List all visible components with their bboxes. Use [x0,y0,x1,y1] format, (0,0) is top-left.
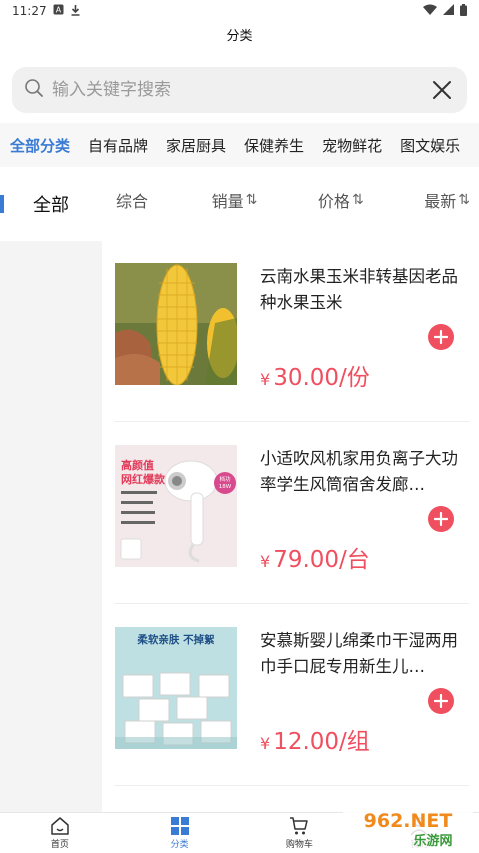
tab-home-label: 首页 [50,840,69,850]
product-card[interactable]: 云南水果玉米非转基因老品种水果玉米 ¥30.00/份 [114,240,469,422]
tab-all-categories[interactable]: 全部分类 [10,135,70,156]
tab-home-kitchen[interactable]: 家居厨具 [166,135,226,156]
product-card[interactable]: 高颜值 网红爆款 档功 18W 小适吹风机家用负离子大功率学生风筒宿舍发廊… ¥… [114,422,469,604]
sidebar-item-all[interactable]: 全部 [0,167,102,241]
tab-own-brand[interactable]: 自有品牌 [88,135,148,156]
sort-newest[interactable]: 最新 ⇅ [424,188,470,212]
tab-cart[interactable]: 购物车 [240,813,360,853]
currency-symbol: ¥ [260,734,271,753]
product-name[interactable]: 小适吹风机家用负离子大功率学生风筒宿舍发廊… [260,446,466,498]
image-badge-2: 18W [219,484,232,490]
download-icon [70,4,81,19]
sort-bar: 综合 销量 ⇅ 价格 ⇅ 最新 ⇅ [102,167,479,233]
sidebar-item-label: 全部 [33,195,69,216]
page-title: 分类 [226,29,253,44]
product-image[interactable]: 高颜值 网红爆款 档功 18W [115,445,237,567]
product-name[interactable]: 云南水果玉米非转基因老品种水果玉米 [260,264,466,316]
plus-icon [434,512,448,526]
add-to-cart-button[interactable] [428,324,454,350]
watermark-text-top: 962.NET [364,810,453,832]
plus-icon [434,330,448,344]
sort-arrows-icon: ⇅ [245,192,258,208]
product-price: ¥12.00/组 [260,722,370,756]
tab-home[interactable]: 首页 [0,813,120,853]
image-headline-2: 网红爆款 [121,472,166,486]
signal-icon [443,4,454,18]
price-value: 79.00/台 [273,547,370,573]
notification-a-icon: A [53,4,64,18]
sort-comprehensive-label: 综合 [116,192,149,211]
currency-symbol: ¥ [260,552,271,571]
plus-icon [434,694,448,708]
tab-cart-label: 购物车 [285,840,313,850]
currency-symbol: ¥ [260,370,271,389]
home-icon [50,816,70,836]
sidebar: 全部 [0,167,102,812]
grid-icon [170,816,190,836]
image-headline-1: 高颜值 [121,458,154,472]
search-box[interactable] [12,67,467,113]
product-price: ¥79.00/台 [260,540,370,574]
cart-icon [289,816,309,836]
sort-arrows-icon: ⇅ [351,192,364,208]
search-icon [24,78,44,102]
wifi-icon [423,4,437,18]
add-to-cart-button[interactable] [428,506,454,532]
tab-health[interactable]: 保健养生 [244,135,304,156]
sort-sales-label: 销量 [211,192,244,211]
price-value: 12.00/组 [273,729,370,755]
image-badge-1: 档功 [219,475,231,483]
watermark-logo: 962.NET 乐游网 [343,805,473,851]
sort-newest-label: 最新 [424,192,457,211]
sort-comprehensive[interactable]: 综合 [116,188,148,212]
product-image[interactable] [115,263,237,385]
category-tabs: 全部分类 自有品牌 家居厨具 保健养生 宠物鲜花 图文娱乐 [0,123,479,167]
status-time: 11:27 [12,4,47,18]
product-card[interactable]: 柔软亲肤 不掉絮 安慕斯婴儿绵柔巾干湿两用巾手口屁专用新生儿… ¥12.00/组 [114,604,469,786]
add-to-cart-button[interactable] [428,688,454,714]
search-input[interactable] [52,80,429,100]
sort-sales[interactable]: 销量 ⇅ [211,188,258,212]
tab-pets-flowers[interactable]: 宠物鲜花 [322,135,382,156]
close-icon[interactable] [429,77,455,103]
product-price: ¥30.00/份 [260,358,370,392]
price-value: 30.00/份 [273,365,370,391]
sort-arrows-icon: ⇅ [458,192,470,208]
image-banner: 柔软亲肤 不掉絮 [136,633,215,646]
product-image[interactable]: 柔软亲肤 不掉絮 [115,627,237,749]
status-left: 11:27 A [12,4,81,19]
watermark-text-bottom: 乐游网 [413,833,452,849]
tab-category[interactable]: 分类 [120,813,240,853]
tab-category-label: 分类 [170,840,189,850]
sort-price-label: 价格 [317,192,350,211]
battery-icon [460,3,467,19]
status-bar: 11:27 A [0,0,479,22]
sort-price[interactable]: 价格 ⇅ [317,188,364,212]
product-name[interactable]: 安慕斯婴儿绵柔巾干湿两用巾手口屁专用新生儿… [260,628,466,680]
status-right [423,3,467,19]
svg-text:A: A [55,6,61,15]
tab-entertainment[interactable]: 图文娱乐 [400,135,460,156]
product-list: 云南水果玉米非转基因老品种水果玉米 ¥30.00/份 高颜值 网红爆款 档功 1… [102,240,479,812]
